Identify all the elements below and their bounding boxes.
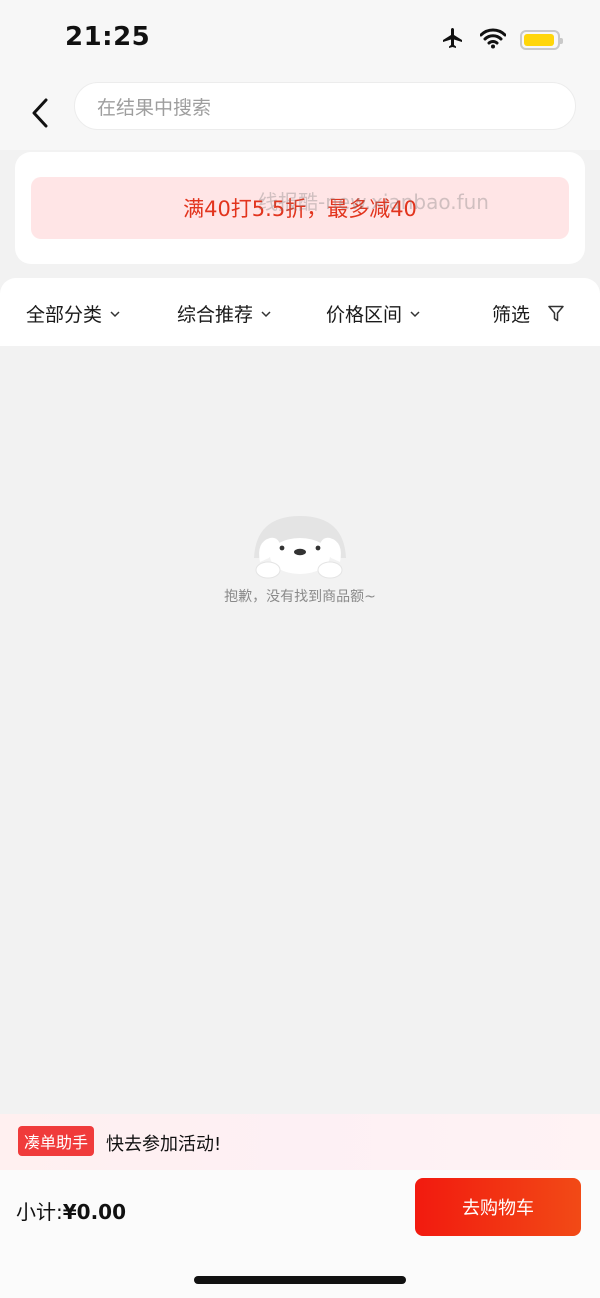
empty-dog-illustration [254,516,346,579]
filter-label: 全部分类 [26,304,103,326]
subtotal-label: 小计: [16,1200,63,1224]
wifi-icon [479,27,507,53]
filter-icon [548,305,564,322]
back-button[interactable] [22,88,58,138]
filter-price-range[interactable]: 价格区间 [326,300,420,327]
helper-bar[interactable]: 凑单助手 快去参加活动! [0,1114,600,1170]
status-icons [440,26,563,54]
chevron-down-icon [261,310,271,317]
helper-text[interactable]: 快去参加活动! [106,1130,221,1156]
search-placeholder: 在结果中搜索 [97,96,212,119]
filter-bar: 全部分类 综合推荐 价格区间 筛选 [0,278,600,346]
go-to-cart-button[interactable]: 去购物车 [415,1178,581,1236]
chevron-down-icon [110,310,120,317]
chevron-down-icon [410,310,420,317]
helper-tag: 凑单助手 [18,1126,95,1156]
filter-sort-recommended[interactable]: 综合推荐 [177,300,271,327]
home-indicator [194,1276,406,1284]
status-bar: 21:25 [0,0,600,80]
search-row: 在结果中搜索 [0,80,600,150]
airplane-icon [440,26,466,54]
status-time: 21:25 [65,22,151,52]
subtotal-amount: ¥0.00 [62,1200,127,1224]
search-input[interactable]: 在结果中搜索 [74,82,576,130]
filter-label: 价格区间 [326,304,403,326]
subtotal: 小计:¥0.00 [16,1196,126,1225]
filter-label: 筛选 [492,304,531,326]
filter-screen[interactable]: 筛选 [492,300,564,327]
watermark: 线报酷-new.xianbao.fun [258,190,489,214]
back-arrow-icon [32,98,48,128]
filter-all-categories[interactable]: 全部分类 [26,300,120,327]
battery-icon [520,30,563,50]
empty-message: 抱歉，没有找到商品额~ [224,589,376,605]
empty-state: 抱歉，没有找到商品额~ [0,346,600,1114]
filter-label: 综合推荐 [177,304,254,326]
